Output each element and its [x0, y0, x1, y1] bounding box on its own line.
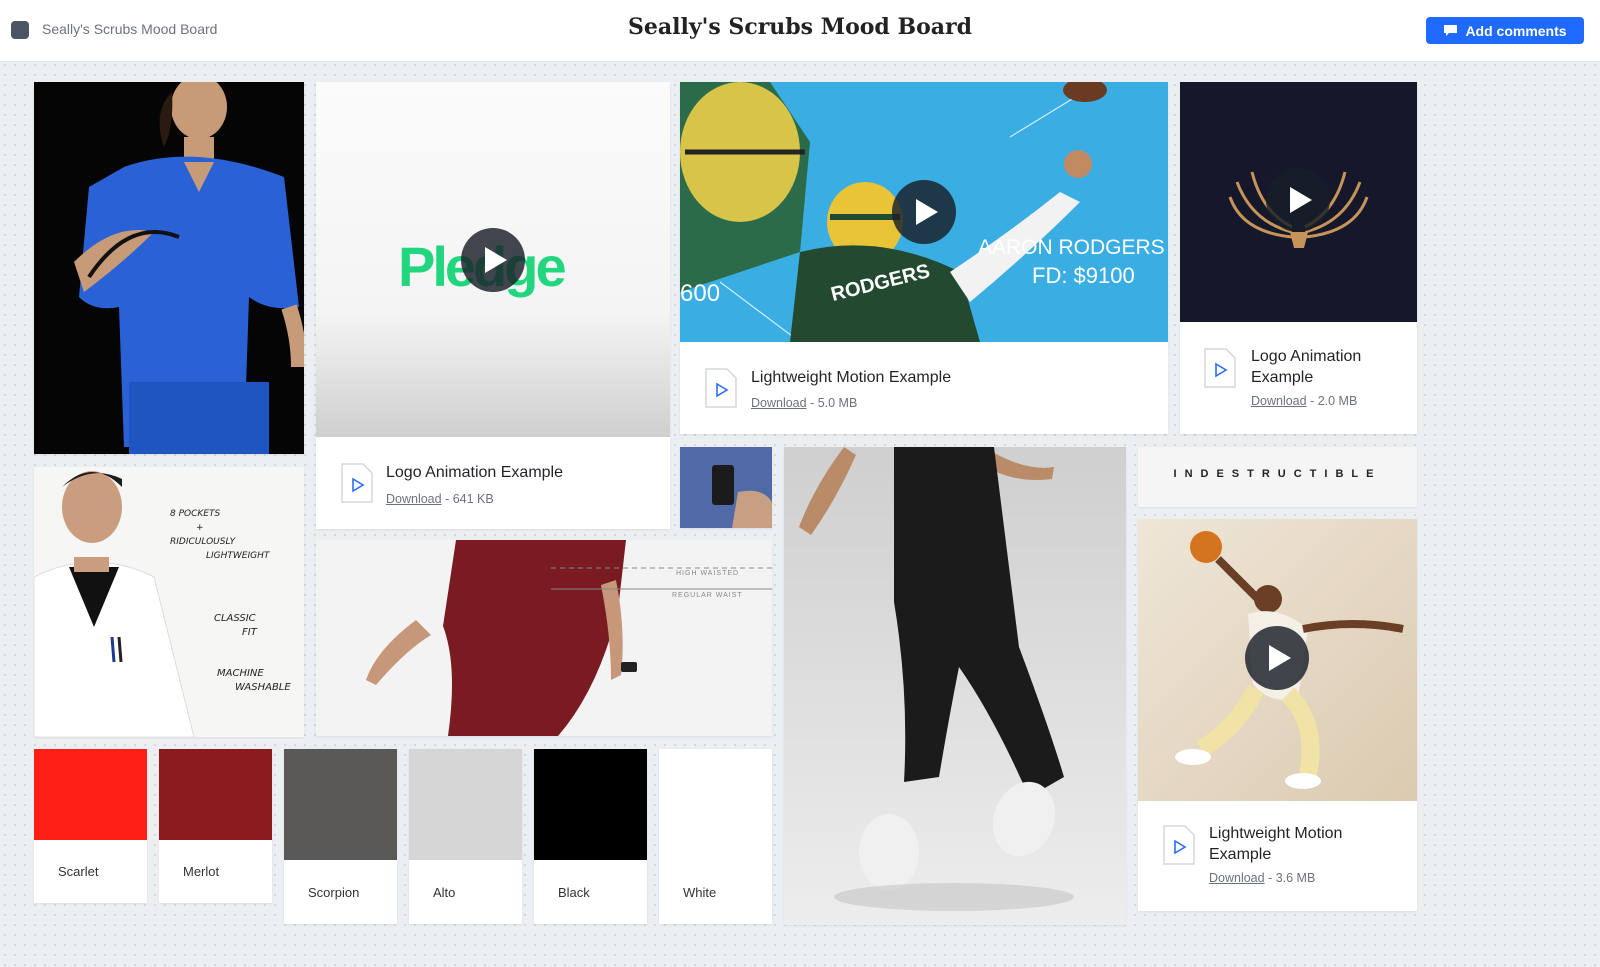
download-link[interactable]: Download	[1251, 394, 1307, 408]
color-swatch-white[interactable]: White	[659, 749, 772, 924]
pledge-video-thumbnail: Pledge	[316, 82, 670, 437]
lightweight-motion-card-basketball[interactable]: Lightweight Motion Example Download - 3.…	[1138, 519, 1417, 911]
file-info: Lightweight Motion Example Download - 5.…	[680, 342, 1168, 434]
note-text: RIDICULOUSLY	[170, 537, 236, 547]
add-comments-button[interactable]: Add comments	[1426, 17, 1584, 44]
file-size: 2.0 MB	[1317, 394, 1358, 408]
indestructible-text: INDESTRUCTIBLE	[1173, 468, 1382, 480]
file-size: 641 KB	[452, 492, 494, 506]
note-text: CLASSIC	[214, 613, 256, 624]
play-icon	[1268, 645, 1291, 671]
lightweight-motion-card-football[interactable]: RODGERS 600 AARON RODGERS FD: $9100 Ligh…	[680, 82, 1168, 434]
regular-waist-label: REGULAR WAIST	[672, 592, 743, 599]
download-link[interactable]: Download	[751, 396, 807, 410]
indestructible-banner[interactable]: INDESTRUCTIBLE	[1138, 447, 1417, 507]
player-price-text: FD: $9100	[1032, 263, 1135, 288]
swatch-name: Alto	[433, 885, 456, 900]
play-button[interactable]	[461, 228, 525, 292]
color-swatch-scarlet[interactable]: Scarlet	[34, 749, 147, 903]
wash-notes: MACHINE WASHABLE	[217, 667, 291, 695]
file-meta: Download - 641 KB	[386, 492, 494, 506]
doctor-white-coat-image[interactable]: 8 POCKETS + RIDICULOUSLY LIGHTWEIGHT CLA…	[34, 467, 304, 737]
file-info: Logo Animation Example Download - 641 KB	[316, 437, 670, 529]
file-info: Lightweight Motion Example Download - 3.…	[1138, 801, 1417, 911]
nurse-blue-scrubs-image[interactable]	[34, 82, 304, 454]
swatch-name: Scorpion	[308, 885, 360, 900]
color-chip	[409, 749, 522, 860]
pocket-phone-image[interactable]	[680, 447, 772, 528]
wings-logo-video-thumbnail	[1180, 82, 1417, 322]
file-size: 3.6 MB	[1275, 871, 1316, 885]
black-joggers-image[interactable]	[784, 447, 1126, 925]
high-waisted-label: HIGH WAISTED	[676, 570, 740, 577]
color-swatch-merlot[interactable]: Merlot	[159, 749, 272, 903]
page-title: Seally's Scrubs Mood Board	[628, 14, 972, 40]
football-video-thumbnail: RODGERS 600 AARON RODGERS FD: $9100	[680, 82, 1168, 342]
color-chip	[659, 749, 772, 860]
file-meta: Download - 5.0 MB	[751, 396, 858, 410]
file-meta: Download - 2.0 MB	[1251, 394, 1358, 408]
color-swatch-scorpion[interactable]: Scorpion	[284, 749, 397, 924]
board-icon	[11, 21, 29, 39]
comment-icon	[1443, 24, 1458, 37]
swatch-name: Scarlet	[58, 864, 99, 879]
add-comments-label: Add comments	[1465, 22, 1567, 39]
swatch-name: Merlot	[183, 864, 220, 879]
file-info: Logo Animation Example Download - 2.0 MB	[1180, 322, 1417, 434]
note-text: MACHINE	[217, 668, 264, 679]
note-text: 8 POCKETS	[170, 509, 221, 519]
board-name: Seally's Scrubs Mood Board	[42, 21, 218, 37]
video-file-icon	[705, 368, 737, 408]
play-button[interactable]	[892, 180, 956, 244]
color-swatch-alto[interactable]: Alto	[409, 749, 522, 924]
color-chip	[34, 749, 147, 840]
score-text: 600	[680, 280, 721, 307]
file-name: Lightweight Motion Example	[1209, 825, 1343, 863]
play-icon	[484, 247, 507, 273]
download-link[interactable]: Download	[1209, 871, 1265, 885]
file-name: Logo Animation Example	[1251, 348, 1362, 386]
video-file-icon	[1204, 348, 1236, 388]
player-name-text: AARON RODGERS	[978, 236, 1165, 259]
play-icon	[1289, 187, 1312, 213]
video-file-icon	[341, 463, 373, 503]
color-chip	[284, 749, 397, 860]
fit-notes: CLASSIC FIT	[214, 612, 257, 640]
color-swatch-black[interactable]: Black	[534, 749, 647, 924]
file-name: Lightweight Motion Example	[751, 369, 952, 386]
waist-comparison-image[interactable]: HIGH WAISTED REGULAR WAIST	[316, 540, 772, 736]
play-icon	[915, 199, 938, 225]
color-chip	[534, 749, 647, 860]
swatch-name: White	[683, 885, 717, 900]
top-bar: Seally's Scrubs Mood Board Seally's Scru…	[0, 0, 1600, 62]
video-file-icon	[1163, 825, 1195, 865]
play-button[interactable]	[1245, 626, 1309, 690]
download-link[interactable]: Download	[386, 492, 442, 506]
feature-notes: 8 POCKETS + RIDICULOUSLY LIGHTWEIGHT	[170, 507, 269, 563]
note-text: WASHABLE	[235, 682, 291, 693]
file-size: 5.0 MB	[817, 396, 858, 410]
play-button[interactable]	[1266, 168, 1330, 232]
note-text: +	[196, 523, 204, 533]
logo-animation-card-pledge[interactable]: Pledge Logo Animation Example Download -…	[316, 82, 670, 529]
file-name: Logo Animation Example	[386, 464, 563, 481]
logo-animation-card-wings[interactable]: Logo Animation Example Download - 2.0 MB	[1180, 82, 1417, 434]
color-chip	[159, 749, 272, 840]
swatch-name: Black	[558, 885, 590, 900]
file-meta: Download - 3.6 MB	[1209, 871, 1316, 885]
note-text: FIT	[242, 627, 257, 638]
note-text: LIGHTWEIGHT	[206, 551, 270, 561]
basketball-video-thumbnail	[1138, 519, 1417, 801]
